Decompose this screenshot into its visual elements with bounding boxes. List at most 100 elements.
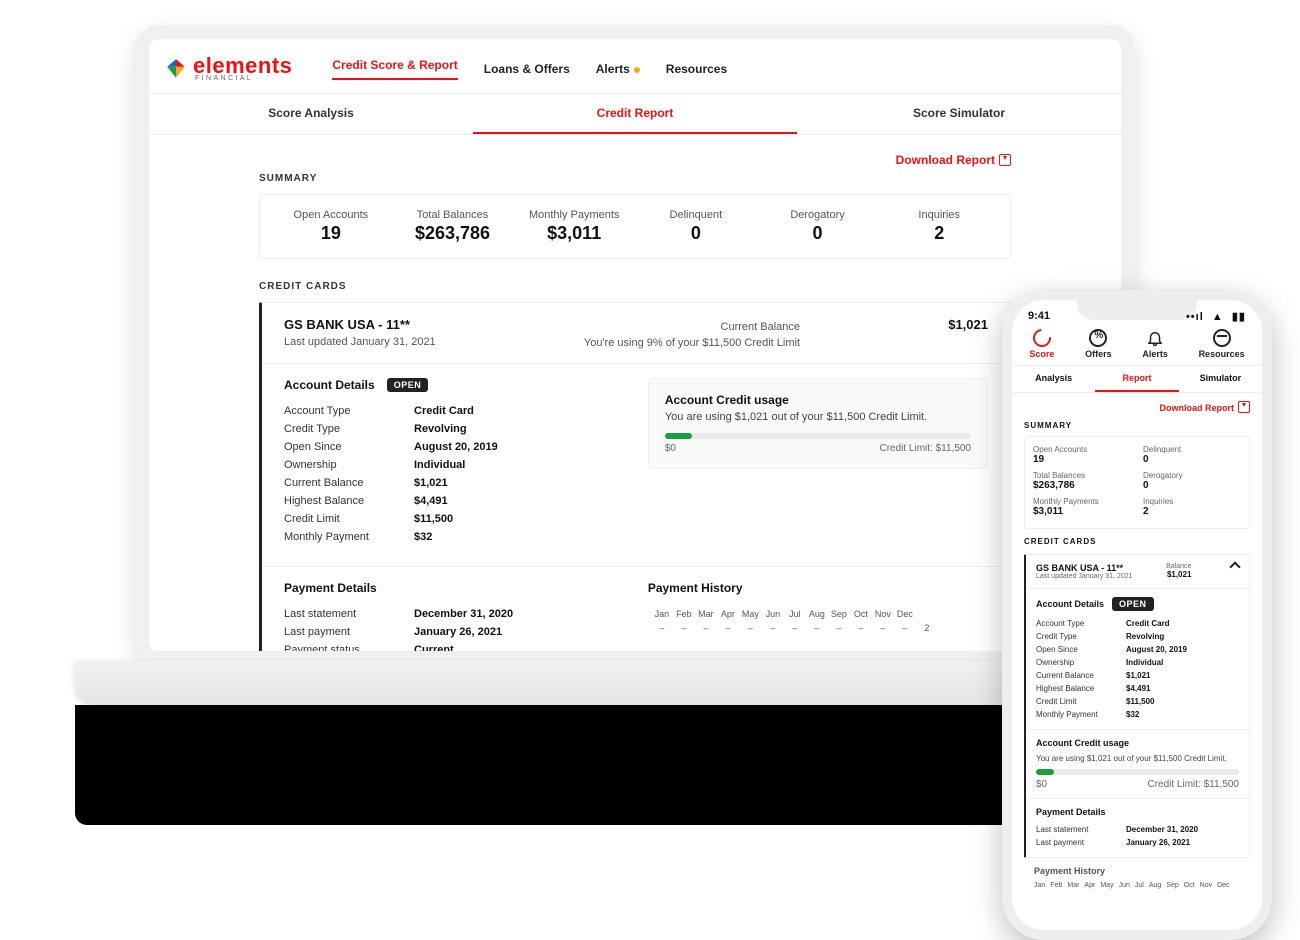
mobile-app: 9:41 ••ıl ▲ ▮▮ Score % Offers Alerts bbox=[1012, 300, 1262, 930]
brand-name: elements bbox=[193, 57, 292, 75]
alerts-dot-icon bbox=[634, 67, 640, 73]
m-payment-heading: Payment Details bbox=[1036, 807, 1239, 817]
m-summary-heading: SUMMARY bbox=[1024, 421, 1250, 430]
m-account-title: GS BANK USA - 11** bbox=[1036, 563, 1133, 573]
brand-logo: elements FINANCIAL bbox=[165, 57, 292, 82]
credit-usage-panel: Account Credit usage You are using $1,02… bbox=[648, 378, 988, 469]
nav-resources[interactable]: Resources bbox=[666, 62, 727, 76]
mnav-offers[interactable]: % Offers bbox=[1085, 329, 1112, 359]
m-detail-row: Highest Balance$4,491 bbox=[1036, 682, 1239, 695]
m-account-updated: Last updated January 31, 2021 bbox=[1036, 573, 1133, 580]
status-badge: OPEN bbox=[387, 378, 429, 392]
account-balance: $1,021 bbox=[948, 317, 988, 332]
logo-icon bbox=[165, 58, 187, 80]
summary-heading: SUMMARY bbox=[259, 173, 1011, 184]
payment-row: Last paymentJanuary 26, 2021 bbox=[284, 623, 608, 641]
summary-col: Total Balances $263,786 bbox=[392, 209, 514, 244]
summary-value: 0 bbox=[635, 223, 757, 244]
m-detail-row: Open SinceAugust 20, 2019 bbox=[1036, 643, 1239, 656]
status-time: 9:41 bbox=[1028, 310, 1050, 323]
summary-label: Inquiries bbox=[878, 209, 1000, 221]
laptop-mockup: elements FINANCIAL Credit Score & Report… bbox=[135, 25, 1135, 725]
credit-cards-heading: CREDIT CARDS bbox=[259, 281, 1011, 292]
detail-row: Monthly Payment$32 bbox=[284, 528, 608, 546]
summary-value: $263,786 bbox=[392, 223, 514, 244]
m-balance-label: Balance bbox=[1166, 563, 1191, 570]
nav-credit-score[interactable]: Credit Score & Report bbox=[332, 58, 457, 80]
mtab-analysis[interactable]: Analysis bbox=[1012, 366, 1095, 392]
m-detail-row: OwnershipIndividual bbox=[1036, 656, 1239, 669]
detail-row: Credit Limit$11,500 bbox=[284, 510, 608, 528]
status-bar: 9:41 ••ıl ▲ ▮▮ bbox=[1012, 300, 1262, 327]
summary-card: Open Accounts19Total Balances$263,786Mon… bbox=[259, 194, 1011, 259]
tab-score-simulator[interactable]: Score Simulator bbox=[797, 94, 1121, 134]
summary-col: Delinquent0 bbox=[635, 209, 757, 244]
usage-text: You are using $1,021 out of your $11,500… bbox=[665, 411, 971, 423]
m-payment-row: Last statementDecember 31, 2020 bbox=[1036, 823, 1239, 836]
download-report-link[interactable]: Download Report bbox=[896, 153, 1011, 167]
m-status-badge: OPEN bbox=[1112, 597, 1154, 611]
detail-row: Highest Balance$4,491 bbox=[284, 492, 608, 510]
usage-min: $0 bbox=[665, 443, 676, 454]
m-detail-row: Current Balance$1,021 bbox=[1036, 669, 1239, 682]
m-detail-row: Credit TypeRevolving bbox=[1036, 630, 1239, 643]
m-history-heading: Payment History bbox=[1034, 866, 1240, 876]
m-details-heading: Account Details bbox=[1036, 599, 1104, 609]
m-payment-row: Last paymentJanuary 26, 2021 bbox=[1036, 836, 1239, 849]
tab-credit-report[interactable]: Credit Report bbox=[473, 94, 797, 134]
download-icon bbox=[1238, 401, 1250, 413]
detail-row: OwnershipIndividual bbox=[284, 456, 608, 474]
offers-icon: % bbox=[1089, 329, 1107, 347]
summary-label: Total Balances bbox=[392, 209, 514, 221]
payment-row: Last statementDecember 31, 2020 bbox=[284, 605, 608, 623]
m-summary-card: Open Accounts19Delinquent0Total Balances… bbox=[1024, 436, 1250, 529]
summary-value: $3,011 bbox=[513, 223, 635, 244]
usage-bar bbox=[665, 433, 971, 439]
m-detail-row: Monthly Payment$32 bbox=[1036, 708, 1239, 721]
mtab-simulator[interactable]: Simulator bbox=[1179, 366, 1262, 392]
phone-mockup: 9:41 ••ıl ▲ ▮▮ Score % Offers Alerts bbox=[1002, 290, 1272, 940]
m-usage-min: $0 bbox=[1036, 779, 1047, 790]
summary-col: Monthly Payments $3,011 bbox=[513, 209, 635, 244]
m-account-card: GS BANK USA - 11** Last updated January … bbox=[1024, 554, 1250, 858]
nav-loans-offers[interactable]: Loans & Offers bbox=[484, 62, 570, 76]
mnav-resources[interactable]: Resources bbox=[1199, 329, 1245, 359]
m-detail-row: Account TypeCredit Card bbox=[1036, 617, 1239, 630]
summary-value: 19 bbox=[270, 223, 392, 244]
payment-history-heading: Payment History bbox=[648, 581, 988, 595]
mobile-sub-tabs: Analysis Report Simulator bbox=[1012, 365, 1262, 393]
payment-row: Payment statusCurrent bbox=[284, 641, 608, 659]
account-details-heading: Account Details OPEN bbox=[284, 378, 608, 392]
summary-col: Open Accounts19 bbox=[270, 209, 392, 244]
status-icons: ••ıl ▲ ▮▮ bbox=[1186, 310, 1246, 323]
account-header[interactable]: GS BANK USA - 11** Last updated January … bbox=[262, 303, 1010, 364]
tab-score-analysis[interactable]: Score Analysis bbox=[149, 94, 473, 134]
detail-row: Credit TypeRevolving bbox=[284, 420, 608, 438]
bell-icon bbox=[1146, 329, 1164, 347]
account-title: GS BANK USA - 11** bbox=[284, 317, 436, 332]
m-history-months: JanFebMarAprMayJunJulAugSepOctNovDec bbox=[1034, 882, 1240, 889]
account-usage-short: You're using 9% of your $11,500 Credit L… bbox=[584, 337, 800, 349]
account-updated: Last updated January 31, 2021 bbox=[284, 336, 436, 348]
account-balance-label: Current Balance bbox=[584, 321, 800, 333]
summary-label: Monthly Payments bbox=[513, 209, 635, 221]
detail-row: Current Balance$1,021 bbox=[284, 474, 608, 492]
resources-icon bbox=[1213, 329, 1231, 347]
m-download-link[interactable]: Download Report bbox=[1024, 401, 1250, 413]
mtab-report[interactable]: Report bbox=[1095, 366, 1178, 392]
nav-alerts[interactable]: Alerts bbox=[596, 62, 640, 76]
m-account-header[interactable]: GS BANK USA - 11** Last updated January … bbox=[1026, 555, 1249, 589]
mnav-score[interactable]: Score bbox=[1029, 329, 1054, 359]
m-usage-bar bbox=[1036, 769, 1239, 775]
sub-tabs: Score Analysis Credit Report Score Simul… bbox=[149, 93, 1121, 135]
score-icon bbox=[1029, 325, 1054, 350]
detail-row: Open SinceAugust 20, 2019 bbox=[284, 438, 608, 456]
download-icon bbox=[999, 154, 1011, 166]
mnav-alerts[interactable]: Alerts bbox=[1142, 329, 1168, 359]
usage-max: Credit Limit: $11,500 bbox=[879, 443, 971, 454]
desktop-app: elements FINANCIAL Credit Score & Report… bbox=[149, 39, 1121, 651]
m-usage-title: Account Credit usage bbox=[1036, 738, 1239, 748]
chevron-up-icon bbox=[1229, 561, 1240, 572]
summary-value: 0 bbox=[757, 223, 879, 244]
download-report-label: Download Report bbox=[896, 153, 995, 167]
